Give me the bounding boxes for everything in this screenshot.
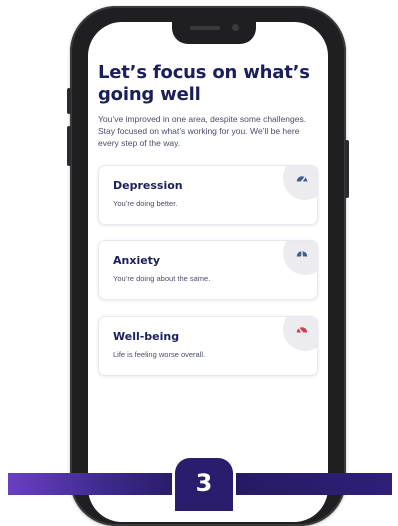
gauge-icon <box>296 176 308 183</box>
phone-side-button-left <box>67 88 71 114</box>
step-banner-right <box>232 473 392 495</box>
card-status: You’re doing better. <box>113 199 178 208</box>
card-anxiety[interactable]: Anxiety You’re doing about the same. <box>98 240 318 300</box>
card-title: Depression <box>113 179 183 192</box>
gauge-icon <box>296 250 308 258</box>
icon-bubble <box>283 317 317 351</box>
phone-side-button-right <box>345 140 349 198</box>
phone-side-button-left-lower <box>67 126 71 166</box>
speaker-grille <box>190 26 220 30</box>
card-title: Anxiety <box>113 254 161 267</box>
card-depression[interactable]: Depression You’re doing better. <box>98 165 318 225</box>
step-number-badge: 3 <box>172 455 236 511</box>
icon-bubble <box>283 241 317 275</box>
card-status: Life is feeling worse overall. <box>113 350 206 359</box>
icon-bubble <box>283 166 317 200</box>
gauge-icon <box>296 327 308 334</box>
page-subtitle: You’ve improved in one area, despite som… <box>98 114 307 148</box>
card-title: Well-being <box>113 330 180 343</box>
card-status: You’re doing about the same. <box>113 274 211 283</box>
front-camera <box>232 24 239 31</box>
step-banner-left <box>8 473 186 495</box>
card-well-being[interactable]: Well-being Life is feeling worse overall… <box>98 316 318 376</box>
page-title: Let’s focus on what’s going well <box>98 62 310 105</box>
